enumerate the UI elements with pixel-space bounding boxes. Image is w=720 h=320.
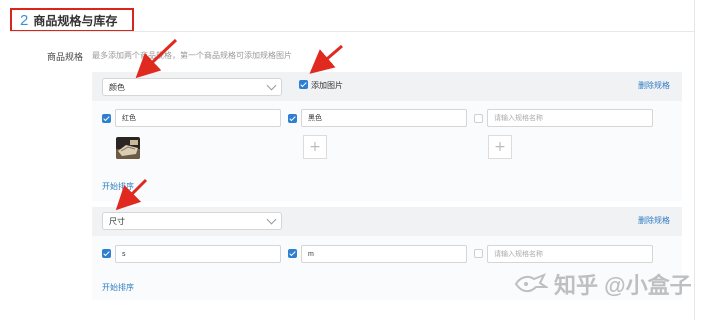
start-sort-link-2[interactable]: 开始排序 bbox=[102, 282, 134, 293]
watermark: 知乎 @小盒子 bbox=[514, 268, 692, 300]
delete-spec-link-2[interactable]: 删除规格 bbox=[638, 215, 670, 226]
chevron-down-icon bbox=[266, 214, 277, 225]
add-image-button[interactable]: + bbox=[488, 135, 512, 159]
delete-spec-link-1[interactable]: 删除规格 bbox=[638, 80, 670, 91]
watermark-text: 知乎 @小盒子 bbox=[554, 273, 692, 298]
spec-value-input[interactable]: 黑色 bbox=[301, 109, 467, 127]
spec-value-input[interactable]: m bbox=[301, 245, 467, 263]
spec-value-text: s bbox=[122, 250, 126, 258]
spec-name-select-1[interactable]: 颜色 bbox=[102, 78, 282, 96]
start-sort-link-1[interactable]: 开始排序 bbox=[102, 181, 134, 192]
plus-icon: + bbox=[309, 139, 321, 155]
add-image-button[interactable]: + bbox=[303, 135, 327, 159]
new-spec-value-placeholder: 请输入规格名称 bbox=[494, 115, 543, 122]
section-title: 2 商品规格与库存 bbox=[10, 8, 134, 32]
spec-value-input[interactable]: s bbox=[115, 245, 281, 263]
section-divider bbox=[10, 31, 694, 32]
scrollbar[interactable] bbox=[694, 0, 695, 320]
zhihu-logo-icon bbox=[514, 273, 548, 293]
spec-name-value: 尺寸 bbox=[109, 216, 125, 226]
spec-value-input[interactable]: 红色 bbox=[115, 109, 281, 127]
value-checkbox[interactable] bbox=[288, 114, 297, 123]
add-image-checkbox[interactable] bbox=[299, 80, 308, 89]
spec-value-text: 黑色 bbox=[308, 115, 322, 122]
value-checkbox[interactable] bbox=[102, 114, 111, 123]
spec-name-value: 颜色 bbox=[109, 82, 125, 92]
value-checkbox[interactable] bbox=[102, 249, 111, 258]
specs-field-label: 商品规格 bbox=[47, 52, 84, 62]
new-spec-value-placeholder: 请输入规格名称 bbox=[494, 251, 543, 258]
section-title-text: 商品规格与库存 bbox=[33, 13, 118, 28]
value-checkbox[interactable] bbox=[288, 249, 297, 258]
chevron-down-icon bbox=[266, 80, 277, 91]
plus-icon: + bbox=[494, 139, 506, 155]
specs-hint: 最多添加两个商品规格，第一个商品规格可添加规格图片 bbox=[92, 51, 292, 60]
new-spec-value-input[interactable]: 请输入规格名称 bbox=[487, 109, 653, 127]
spec-name-select-2[interactable]: 尺寸 bbox=[102, 212, 282, 230]
annotation-arrow bbox=[309, 44, 343, 74]
spec-value-image-thumbnail[interactable] bbox=[116, 137, 140, 159]
add-image-label: 添加图片 bbox=[311, 81, 343, 90]
product-image bbox=[116, 137, 140, 159]
new-value-checkbox[interactable] bbox=[474, 114, 483, 123]
new-spec-value-input[interactable]: 请输入规格名称 bbox=[487, 245, 653, 263]
spec-value-text: 红色 bbox=[122, 115, 136, 122]
spec-value-text: m bbox=[308, 250, 314, 258]
new-value-checkbox[interactable] bbox=[474, 249, 483, 258]
section-number: 2 bbox=[20, 11, 29, 29]
